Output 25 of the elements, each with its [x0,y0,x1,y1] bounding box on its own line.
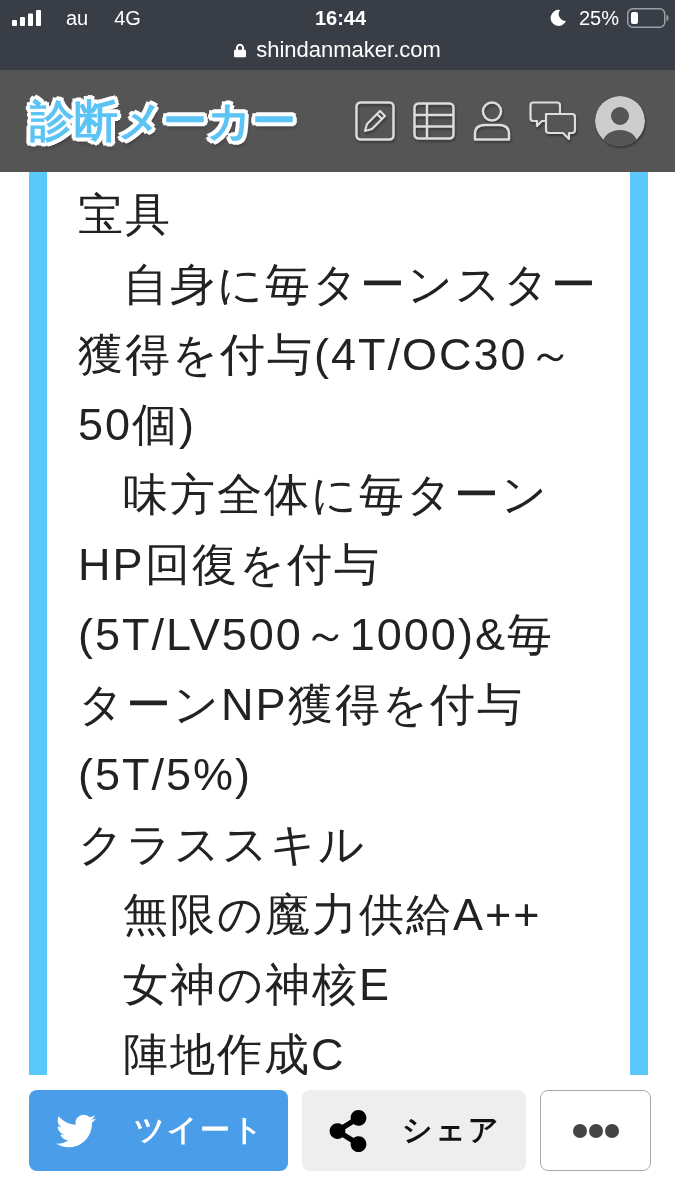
result-line: 無限の魔力供給A++ [122,888,543,942]
battery-icon [627,8,669,29]
lock-icon [234,42,247,58]
chat-icon[interactable] [529,101,577,141]
result-line: 宝具 [78,188,173,242]
result-line: 自身に毎ターンスター獲得を付与(4T/OC30～50個) [78,258,599,452]
avatar-icon[interactable] [595,96,645,146]
more-icon [572,1123,619,1138]
share-icon [327,1109,368,1152]
share-button[interactable]: シェア [302,1090,526,1171]
signal-icon [12,10,42,27]
more-button[interactable] [540,1090,651,1171]
battery-percent: 25% [578,8,619,29]
result-line: 女神の神核E [122,958,392,1012]
network-label: 4G [114,8,141,29]
result-line: クラススキル [78,818,367,872]
moon-icon [548,9,567,28]
site-logo[interactable]: 診断メーカー [30,99,296,143]
edit-icon[interactable] [355,101,395,141]
table-icon[interactable] [413,102,455,140]
result-line: 味方全体に毎ターンHP回復を付与(5T/LV500～1000)&毎ターンNP獲得を付与(5T/5%) [78,468,555,802]
person-icon[interactable] [473,101,511,141]
carrier-label: au [66,8,89,29]
url-text[interactable]: shindanmaker.com [256,39,441,62]
clock-time: 16:44 [314,8,367,29]
